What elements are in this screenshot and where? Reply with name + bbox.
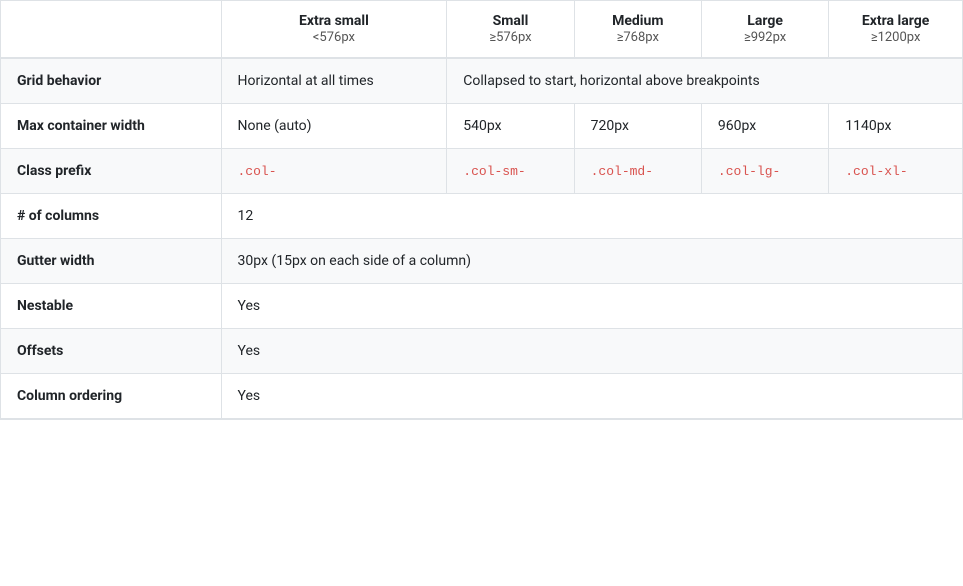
row-class-prefix-sm: .col-sm- <box>447 149 574 194</box>
header-large-label: Large <box>718 13 812 29</box>
row-class-prefix-xs: .col- <box>221 149 447 194</box>
row-class-prefix: Class prefix .col- .col-sm- .col-md- .co… <box>1 149 962 194</box>
row-column-ordering: Column ordering Yes <box>1 374 962 419</box>
header-extra-small: Extra small <576px <box>221 1 447 58</box>
row-offsets: Offsets Yes <box>1 329 962 374</box>
header-empty <box>1 1 221 58</box>
row-gutter-width: Gutter width 30px (15px on each side of … <box>1 239 962 284</box>
row-class-prefix-label: Class prefix <box>1 149 221 194</box>
row-grid-behavior-col2: Collapsed to start, horizontal above bre… <box>447 58 962 104</box>
header-medium-label: Medium <box>591 13 685 29</box>
row-class-prefix-md: .col-md- <box>574 149 701 194</box>
header-extra-large-sub: ≥1200px <box>871 30 921 45</box>
row-class-prefix-xl: .col-xl- <box>829 149 962 194</box>
row-max-container-width-label: Max container width <box>1 104 221 149</box>
code-col-lg: .col-lg- <box>718 164 780 179</box>
header-small-label: Small <box>463 13 557 29</box>
row-max-container-width-xl: 1140px <box>829 104 962 149</box>
code-col-sm: .col-sm- <box>463 164 525 179</box>
table-header-row: Extra small <576px Small ≥576px Medium ≥… <box>1 1 962 58</box>
row-gutter-width-value: 30px (15px on each side of a column) <box>221 239 962 284</box>
row-max-container-width-sm: 540px <box>447 104 574 149</box>
row-class-prefix-lg: .col-lg- <box>701 149 828 194</box>
row-offsets-label: Offsets <box>1 329 221 374</box>
header-extra-small-sub: <576px <box>313 30 355 45</box>
code-col: .col- <box>238 164 277 179</box>
row-grid-behavior-label: Grid behavior <box>1 58 221 104</box>
header-large-sub: ≥992px <box>744 30 786 45</box>
header-small-sub: ≥576px <box>489 30 531 45</box>
row-nestable-value: Yes <box>221 284 962 329</box>
row-offsets-value: Yes <box>221 329 962 374</box>
row-column-ordering-label: Column ordering <box>1 374 221 419</box>
row-max-container-width: Max container width None (auto) 540px 72… <box>1 104 962 149</box>
row-max-container-width-lg: 960px <box>701 104 828 149</box>
row-nestable: Nestable Yes <box>1 284 962 329</box>
header-large: Large ≥992px <box>701 1 828 58</box>
row-column-ordering-value: Yes <box>221 374 962 419</box>
row-nestable-label: Nestable <box>1 284 221 329</box>
row-num-columns: # of columns 12 <box>1 194 962 239</box>
code-col-md: .col-md- <box>591 164 653 179</box>
row-gutter-width-label: Gutter width <box>1 239 221 284</box>
row-grid-behavior: Grid behavior Horizontal at all times Co… <box>1 58 962 104</box>
row-num-columns-value: 12 <box>221 194 962 239</box>
row-grid-behavior-col1: Horizontal at all times <box>221 58 447 104</box>
code-col-xl: .col-xl- <box>845 164 907 179</box>
header-small: Small ≥576px <box>447 1 574 58</box>
row-max-container-width-md: 720px <box>574 104 701 149</box>
grid-table: Extra small <576px Small ≥576px Medium ≥… <box>0 0 963 420</box>
row-num-columns-label: # of columns <box>1 194 221 239</box>
header-medium-sub: ≥768px <box>617 30 659 45</box>
header-extra-large: Extra large ≥1200px <box>829 1 962 58</box>
header-extra-small-label: Extra small <box>238 13 431 29</box>
header-extra-large-label: Extra large <box>845 13 946 29</box>
row-max-container-width-xs: None (auto) <box>221 104 447 149</box>
header-medium: Medium ≥768px <box>574 1 701 58</box>
